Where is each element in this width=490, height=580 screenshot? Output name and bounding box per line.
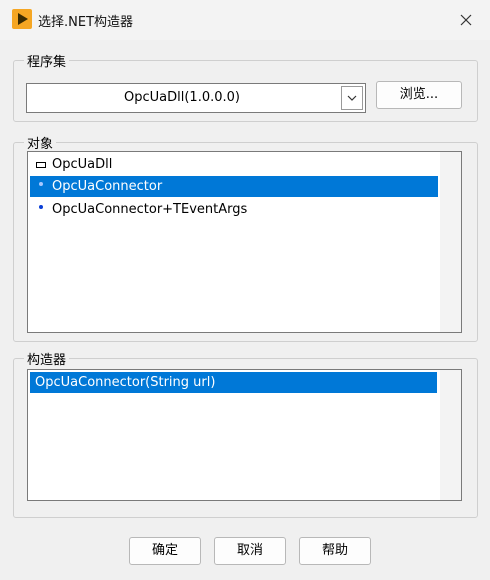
constructors-listbox[interactable]: OpcUaConnector(String url) xyxy=(27,369,462,501)
constructor-item[interactable]: OpcUaConnector(String url) xyxy=(30,372,437,393)
constructors-group-label: 构造器 xyxy=(24,349,70,368)
help-button[interactable]: 帮助 xyxy=(299,537,371,565)
objects-listbox[interactable]: OpcUaDll OpcUaConnector OpcUaConnector+T… xyxy=(27,151,462,333)
assembly-group-label: 程序集 xyxy=(24,51,70,70)
assembly-dropdown-value: OpcUaDll(1.0.0.0) xyxy=(124,90,240,105)
class-icon xyxy=(30,154,52,175)
chevron-down-icon xyxy=(347,95,357,101)
constructors-group: 构造器 OpcUaConnector(String url) xyxy=(13,349,478,518)
ok-button[interactable]: 确定 xyxy=(129,537,201,565)
object-item-opcuadll[interactable]: OpcUaDll xyxy=(30,154,438,175)
object-icon xyxy=(30,199,52,220)
select-constructor-dialog: 选择.NET构造器 程序集 OpcUaDll(1.0.0.0) 浏览... 对象… xyxy=(0,0,490,580)
object-item-teventargs[interactable]: OpcUaConnector+TEventArgs xyxy=(30,199,438,220)
objects-scrollbar[interactable] xyxy=(440,152,461,332)
list-item-label: OpcUaConnector xyxy=(52,179,163,194)
constructors-scrollbar[interactable] xyxy=(440,370,461,500)
assembly-dropdown[interactable]: OpcUaDll(1.0.0.0) xyxy=(26,83,366,113)
labview-app-icon xyxy=(12,9,32,29)
window-title: 选择.NET构造器 xyxy=(38,15,134,30)
close-button[interactable] xyxy=(454,8,478,32)
title-bar: 选择.NET构造器 xyxy=(0,0,490,40)
object-item-opcuaconnector[interactable]: OpcUaConnector xyxy=(30,176,438,197)
cancel-button[interactable]: 取消 xyxy=(214,537,286,565)
object-icon xyxy=(30,176,52,197)
dropdown-arrow-button[interactable] xyxy=(341,86,363,110)
list-item-label: OpcUaConnector+TEventArgs xyxy=(52,202,248,217)
list-item-label: OpcUaDll xyxy=(52,157,113,172)
objects-group-label: 对象 xyxy=(24,133,57,152)
assembly-group: 程序集 OpcUaDll(1.0.0.0) 浏览... xyxy=(13,51,478,122)
list-item-label: OpcUaConnector(String url) xyxy=(35,375,216,390)
browse-button[interactable]: 浏览... xyxy=(376,81,462,109)
close-icon xyxy=(460,14,472,26)
objects-group: 对象 OpcUaDll OpcUaConnector OpcUaConnecto… xyxy=(13,133,478,342)
